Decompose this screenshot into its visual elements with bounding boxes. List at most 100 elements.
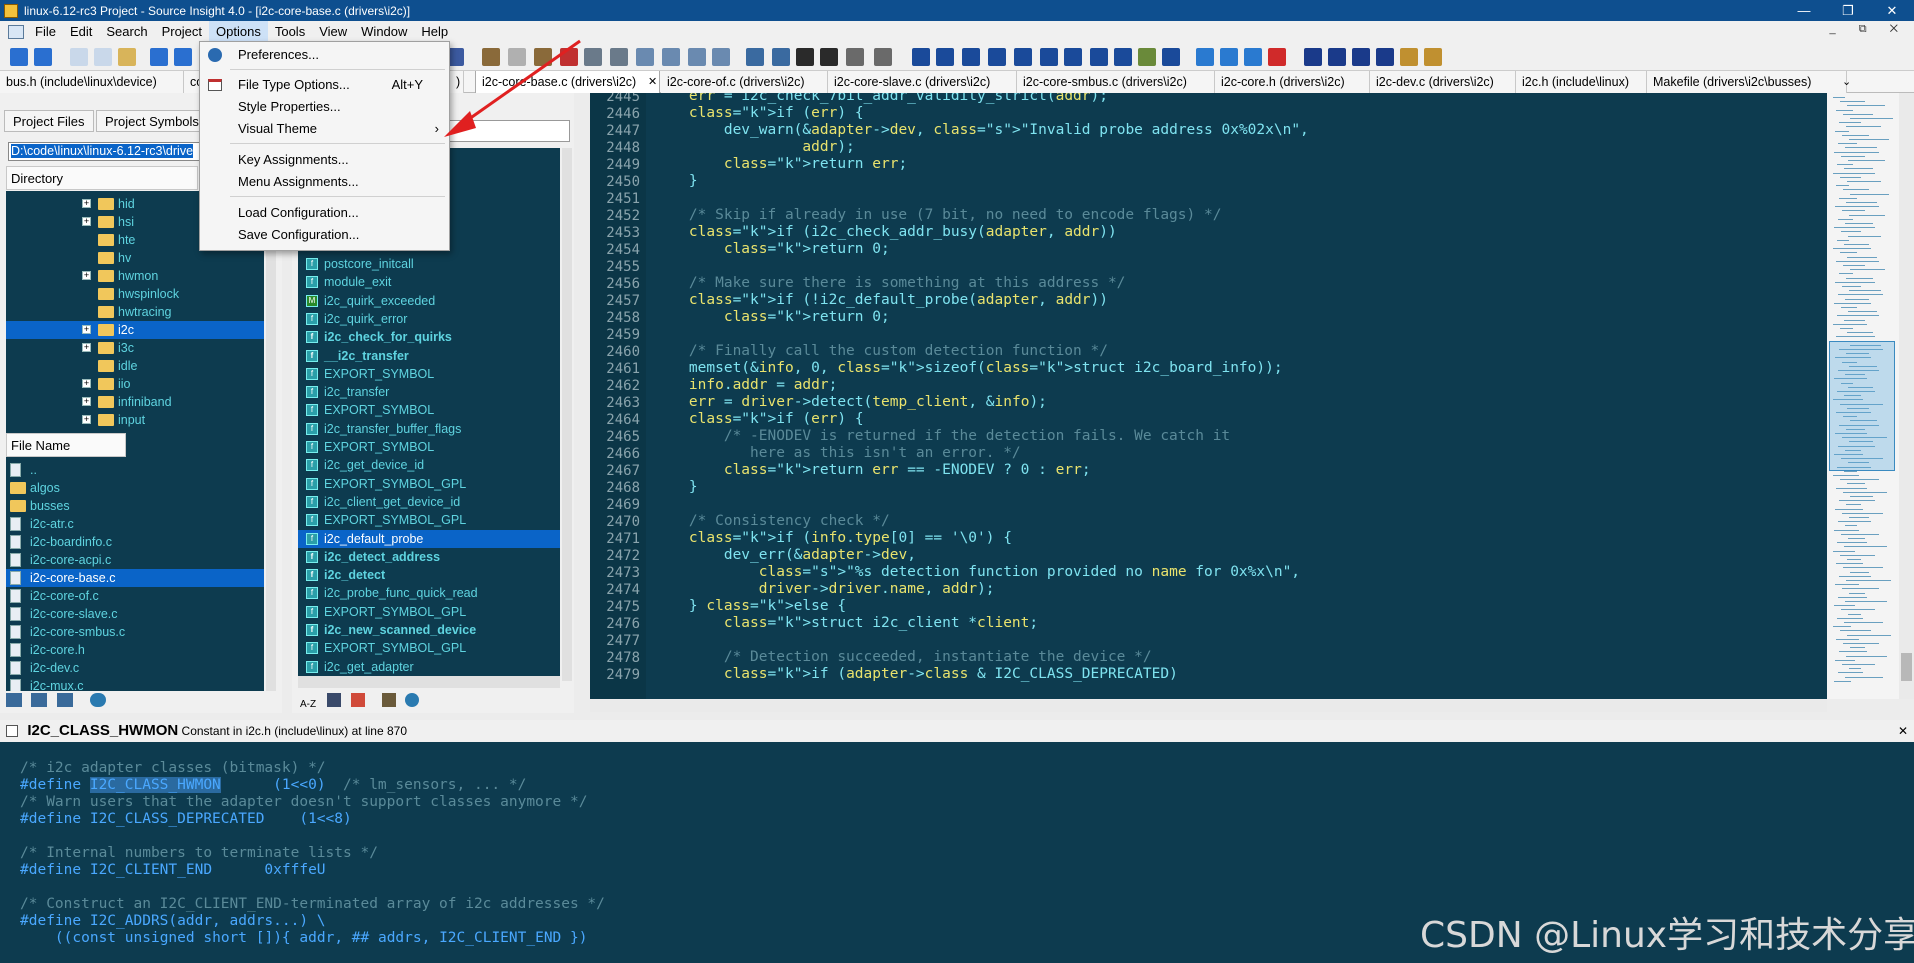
toolbar-icon-e[interactable] xyxy=(610,48,628,66)
symbol-item[interactable]: f i2c_transfer_buffer_flags xyxy=(298,420,560,438)
toolbar-icon-p[interactable] xyxy=(1196,48,1214,66)
code-line[interactable]: } xyxy=(654,480,698,497)
code-line[interactable]: class="k">if (err) { xyxy=(654,106,864,123)
directory-item[interactable]: + i2c xyxy=(6,321,264,339)
menu-window[interactable]: Window xyxy=(354,21,414,43)
tab-i2c-core-base[interactable]: i2c-core-base.c (drivers\i2c) xyxy=(475,71,660,93)
new-icon[interactable] xyxy=(746,48,764,66)
menu-project[interactable]: Project xyxy=(155,21,209,43)
directory-item[interactable]: + i3c xyxy=(6,339,264,357)
context-close-icon[interactable]: ✕ xyxy=(1898,720,1908,742)
copy-icon[interactable] xyxy=(94,48,112,66)
menu-item-style-properties[interactable]: Style Properties... xyxy=(200,96,449,118)
code-line[interactable]: info.addr = addr; xyxy=(654,378,837,395)
file-list-item[interactable]: i2c-boardinfo.c xyxy=(6,533,264,551)
tab-i2c-core-of[interactable]: i2c-core-of.c (drivers\i2c) xyxy=(661,71,828,93)
symbol-item[interactable]: f i2c_probe_func_quick_read xyxy=(298,584,560,602)
close-button[interactable]: ✕ xyxy=(1870,0,1914,21)
code-line[interactable]: class="s">"%s detection function provide… xyxy=(654,565,1300,582)
toolbar-icon-t[interactable] xyxy=(1328,48,1346,66)
file-list-item[interactable]: i2c-dev.c xyxy=(6,659,264,677)
layout-icon-d[interactable] xyxy=(712,48,730,66)
editor-hscrollbar[interactable] xyxy=(590,700,1827,712)
toolbar-icon-j[interactable] xyxy=(1040,48,1058,66)
code-line[interactable]: class="k">if (adapter->class & I2C_CLASS… xyxy=(654,667,1178,684)
tab-i2c-core-slave[interactable]: i2c-core-slave.c (drivers\i2c) xyxy=(828,71,1017,93)
code-line[interactable]: /* Make sure there is something at this … xyxy=(654,276,1126,293)
symbol-scrollbar[interactable] xyxy=(562,148,572,681)
open-file-icon[interactable] xyxy=(772,48,790,66)
code-line[interactable]: memset(&info, 0, class="k">sizeof(class=… xyxy=(654,361,1283,378)
context-line[interactable]: /* Warn users that the adapter doesn't s… xyxy=(20,794,587,811)
symbol-item[interactable]: f i2c_transfer xyxy=(298,383,560,401)
tab-i2c-core-smbus[interactable]: i2c-core-smbus.c (drivers\i2c) xyxy=(1017,71,1215,93)
context-line[interactable]: #define I2C_ADDRS(addr, addrs...) \ xyxy=(20,913,326,930)
toolbar-icon-l[interactable] xyxy=(1090,48,1108,66)
minimize-button[interactable]: — xyxy=(1782,0,1826,21)
list-view-icon[interactable] xyxy=(327,693,342,707)
tab-i2c-dev[interactable]: i2c-dev.c (drivers\i2c) xyxy=(1370,71,1516,93)
menu-item-preferences[interactable]: Preferences... xyxy=(200,44,449,66)
paste-icon[interactable] xyxy=(118,48,136,66)
directory-item[interactable]: hv xyxy=(6,249,264,267)
expand-icon[interactable]: + xyxy=(82,199,91,208)
toolbar-icon-h[interactable] xyxy=(988,48,1006,66)
code-line[interactable]: /* -ENODEV is returned if the detection … xyxy=(654,429,1230,446)
context-icon[interactable] xyxy=(912,48,930,66)
context-line[interactable]: #define I2C_CLASS_DEPRECATED (1<<8) xyxy=(20,811,352,828)
menu-options[interactable]: Options xyxy=(209,21,268,43)
code-line[interactable]: class="k">return 0; xyxy=(654,242,890,259)
code-line[interactable]: /* Finally call the custom detection fun… xyxy=(654,344,1108,361)
menu-file[interactable]: File xyxy=(28,21,63,43)
code-line[interactable]: dev_warn(&adapter->dev, class="s">"Inval… xyxy=(654,123,1309,140)
code-line[interactable]: class="k">if (i2c_check_addr_busy(adapte… xyxy=(654,225,1117,242)
toolbar-icon-f[interactable] xyxy=(846,48,864,66)
menu-tools[interactable]: Tools xyxy=(268,21,312,43)
toolbar-icon-g[interactable] xyxy=(962,48,980,66)
tab-bus-h[interactable]: bus.h (include\linux\device) xyxy=(0,71,184,93)
symbol-item[interactable]: f EXPORT_SYMBOL xyxy=(298,401,560,419)
expand-icon[interactable]: + xyxy=(82,397,91,406)
code-line[interactable]: class="k">return err; xyxy=(654,157,907,174)
tab-project-files[interactable]: Project Files xyxy=(4,110,94,132)
code-line[interactable]: /* Consistency check */ xyxy=(654,514,890,531)
toolbar-icon-r[interactable] xyxy=(1244,48,1262,66)
symbol-item[interactable]: f __i2c_transfer xyxy=(298,347,560,365)
expand-icon[interactable]: + xyxy=(82,343,91,352)
expand-icon[interactable]: + xyxy=(82,379,91,388)
expand-icon[interactable]: + xyxy=(82,271,91,280)
tab-makefile[interactable]: Makefile (drivers\i2c\busses) xyxy=(1647,71,1847,93)
scroll-thumb[interactable] xyxy=(1901,653,1912,681)
directory-item[interactable]: + input xyxy=(6,411,264,429)
restore-button[interactable]: ❐ xyxy=(1826,0,1870,21)
code-line[interactable]: err = driver->detect(temp_client, &info)… xyxy=(654,395,1047,412)
symbol-item[interactable]: f i2c_default_probe xyxy=(298,529,560,548)
symbol-item[interactable]: f postcore_initcall xyxy=(298,255,560,273)
symbol-item[interactable]: f EXPORT_SYMBOL xyxy=(298,438,560,456)
symbol-item[interactable]: f module_exit xyxy=(298,273,560,291)
context-line[interactable]: /* Construct an I2C_CLIENT_END-terminate… xyxy=(20,896,605,913)
menu-item-file-type-options[interactable]: File Type Options... Alt+Y xyxy=(200,74,449,96)
file-list-item[interactable]: i2c-core-acpi.c xyxy=(6,551,264,569)
code-line[interactable]: addr); xyxy=(654,140,854,157)
mdi-window-buttons[interactable]: _ ⧉ ✕ xyxy=(1830,23,1908,36)
symbol-item[interactable]: f EXPORT_SYMBOL_GPL xyxy=(298,639,560,657)
back-icon[interactable] xyxy=(10,48,28,66)
symbol-item[interactable]: f i2c_check_for_quirks xyxy=(298,328,560,346)
file-list-item[interactable]: i2c-atr.c xyxy=(6,515,264,533)
symbol-hscrollbar[interactable] xyxy=(298,676,560,688)
context-line[interactable]: /* i2c adapter classes (bitmask) */ xyxy=(20,760,326,777)
code-line[interactable]: class="k">if (!i2c_default_probe(adapter… xyxy=(654,293,1108,310)
file-name-header[interactable]: File Name xyxy=(6,433,126,457)
tab-i2c-h[interactable]: i2c.h (include\linux) xyxy=(1516,71,1647,93)
tab-list-chevron-down-icon[interactable]: ⌄ xyxy=(1842,71,1851,93)
context-line[interactable]: ((const unsigned short []){ addr, ## add… xyxy=(20,930,588,947)
directory-item[interactable]: idle xyxy=(6,357,264,375)
code-line[interactable]: driver->driver.name, addr); xyxy=(654,582,995,599)
undo-icon[interactable] xyxy=(150,48,168,66)
symbol-item[interactable]: f i2c_quirk_error xyxy=(298,310,560,328)
code-line[interactable]: class="k">return 0; xyxy=(654,310,890,327)
project-path-field[interactable]: D:\code\linux\linux-6.12-rc3\drive xyxy=(8,142,200,161)
toolbar-icon-s[interactable] xyxy=(1304,48,1322,66)
code-line[interactable]: class="k">if (err) { xyxy=(654,412,864,429)
